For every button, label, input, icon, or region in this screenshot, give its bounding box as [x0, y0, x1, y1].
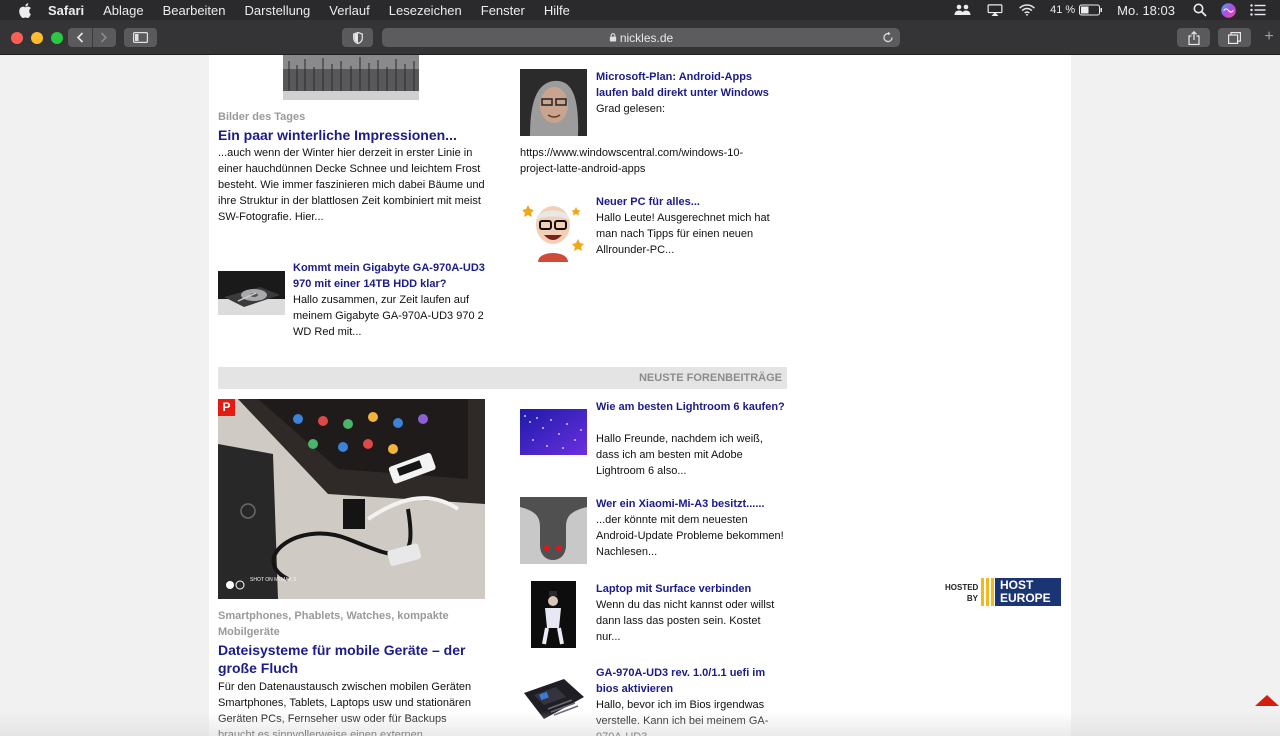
- feature-excerpt: ...auch wenn der Winter hier derzeit in …: [218, 147, 485, 223]
- left-list-title-0[interactable]: Kommt mein Gigabyte GA-970A-UD3 970 mit …: [293, 260, 488, 292]
- menu-hilfe[interactable]: Hilfe: [544, 3, 570, 18]
- back-forward-group: [68, 28, 116, 47]
- share-button[interactable]: [1177, 28, 1210, 47]
- scroll-to-top-arrow-icon[interactable]: [1255, 695, 1279, 706]
- feature-title[interactable]: Ein paar winterliche Impressionen...: [218, 126, 485, 144]
- menu-ablage[interactable]: Ablage: [103, 3, 143, 18]
- sidebar-toggle-button[interactable]: [124, 28, 157, 47]
- notification-list-icon[interactable]: [1250, 4, 1266, 16]
- forum-thumb-xiaomi[interactable]: [520, 497, 587, 564]
- forum-list-text-2: Wenn du das nicht kannst oder willst dan…: [596, 599, 775, 643]
- forward-button[interactable]: [93, 32, 116, 43]
- premium-badge: P: [218, 399, 235, 416]
- menu-fenster[interactable]: Fenster: [481, 3, 525, 18]
- reload-icon[interactable]: [882, 31, 894, 44]
- back-button[interactable]: [69, 32, 92, 43]
- sidebar-icon: [133, 32, 148, 43]
- menu-bearbeiten[interactable]: Bearbeiten: [163, 3, 226, 18]
- forum-thumb-mainboard[interactable]: [520, 675, 587, 723]
- photo-watermark: SHOT ON MI MAX 3: [250, 577, 297, 583]
- forum-feature-category[interactable]: Smartphones, Phablets, Watches, kompakte…: [218, 608, 485, 640]
- menubar-status-area: 41 % Mo. 18:03: [954, 0, 1280, 20]
- host-europe-stripes: [981, 578, 994, 606]
- search-icon[interactable]: [1193, 3, 1207, 17]
- close-window-button[interactable]: [11, 32, 23, 44]
- chevron-left-icon: [76, 32, 84, 43]
- tabs-icon: [1228, 31, 1241, 44]
- zoom-window-button[interactable]: [51, 32, 63, 44]
- wifi-icon[interactable]: [1018, 4, 1036, 16]
- shield-icon: [352, 31, 363, 44]
- privacy-report-button[interactable]: [342, 28, 373, 47]
- airplay-icon[interactable]: [986, 4, 1004, 16]
- address-bar[interactable]: nickles.de: [382, 28, 900, 47]
- people-icon[interactable]: [954, 4, 972, 16]
- forum-feature-excerpt: Für den Datenaustausch zwischen mobilen …: [218, 681, 472, 736]
- lock-icon: [609, 33, 616, 42]
- hosted-by-label: HOSTED BY: [945, 583, 979, 603]
- tab-overview-button[interactable]: [1218, 28, 1251, 47]
- winter-photo[interactable]: [283, 55, 419, 100]
- host-europe-logo: HOST EUROPE: [995, 578, 1061, 606]
- address-bar-url: nickles.de: [619, 30, 674, 45]
- menu-app-safari[interactable]: Safari: [48, 3, 84, 18]
- section-header-neueste-forenbeitraege: NEUSTE FORENBEITRÄGE: [218, 367, 787, 389]
- battery-percentage: 41 %: [1050, 4, 1076, 16]
- avatar-neuer-pc-post[interactable]: [520, 195, 587, 262]
- forum-list-title-0[interactable]: Wie am besten Lightroom 6 kaufen?: [596, 399, 786, 415]
- new-tab-button[interactable]: +: [1260, 26, 1278, 48]
- battery-icon[interactable]: [1079, 4, 1103, 16]
- siri-icon[interactable]: [1221, 2, 1236, 18]
- right-list-url-0[interactable]: https://www.windowscentral.com/windows-1…: [520, 145, 770, 177]
- menu-darstellung[interactable]: Darstellung: [245, 3, 311, 18]
- chevron-right-icon: [100, 32, 108, 43]
- forum-list-title-1[interactable]: Wer ein Xiaomi-Mi-A3 besitzt......: [596, 496, 786, 512]
- hosted-by-host-europe[interactable]: HOSTED BY HOST EUROPE: [945, 577, 1065, 607]
- right-list-text-1: Hallo Leute! Ausgerechnet mich hat man n…: [596, 212, 770, 256]
- forum-feature-photo[interactable]: SHOT ON MI MAX 3: [218, 399, 485, 599]
- forum-list-title-3[interactable]: GA-970A-UD3 rev. 1.0/1.1 uefi im bios ak…: [596, 665, 786, 697]
- safari-toolbar: nickles.de +: [0, 20, 1280, 55]
- forum-list-text-3: Hallo, bevor ich im Bios irgendwas verst…: [596, 699, 769, 736]
- forum-thumb-lightroom[interactable]: [520, 409, 587, 455]
- menu-verlauf[interactable]: Verlauf: [329, 3, 369, 18]
- hdd-thumbnail[interactable]: [218, 271, 285, 315]
- page-content: Bilder des Tages Ein paar winterliche Im…: [209, 55, 1071, 736]
- forum-list-title-2[interactable]: Laptop mit Surface verbinden: [596, 581, 786, 597]
- forum-list-text-0: Hallo Freunde, nachdem ich weiß, dass ic…: [596, 433, 763, 477]
- right-list-text-0: Grad gelesen:: [596, 103, 666, 115]
- share-icon: [1187, 30, 1200, 45]
- left-list-text-0: Hallo zusammen, zur Zeit laufen auf mein…: [293, 294, 484, 338]
- forum-thumb-surface[interactable]: [531, 581, 576, 648]
- minimize-window-button[interactable]: [31, 32, 43, 44]
- menubar-clock[interactable]: Mo. 18:03: [1117, 3, 1175, 18]
- macos-menubar: Safari Ablage Bearbeiten Darstellung Ver…: [0, 0, 1280, 20]
- forum-feature-title[interactable]: Dateisysteme für mobile Geräte – der gro…: [218, 641, 485, 677]
- apple-icon[interactable]: [18, 2, 32, 18]
- page-viewport: Bilder des Tages Ein paar winterliche Im…: [0, 55, 1280, 736]
- feature-category[interactable]: Bilder des Tages: [218, 109, 485, 125]
- avatar-microsoft-post[interactable]: [520, 69, 587, 136]
- right-list-title-1[interactable]: Neuer PC für alles...: [596, 194, 786, 210]
- menu-lesezeichen[interactable]: Lesezeichen: [389, 3, 462, 18]
- forum-list-text-1: ...der könnte mit dem neuesten Android-U…: [596, 514, 784, 558]
- right-list-title-0[interactable]: Microsoft-Plan: Android-Apps laufen bald…: [596, 69, 786, 101]
